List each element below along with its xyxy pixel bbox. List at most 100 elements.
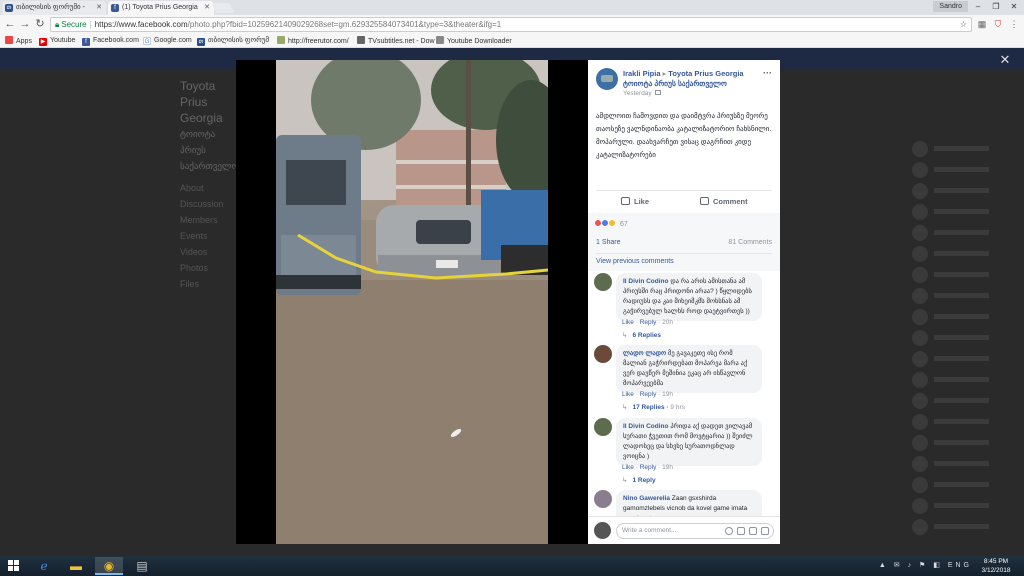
comment-meta: Like · Reply · 19h: [622, 391, 673, 398]
comment-like-link[interactable]: Like: [622, 464, 634, 471]
like-button[interactable]: Like: [621, 197, 649, 206]
chat-contact[interactable]: [900, 159, 1024, 180]
chrome-icon[interactable]: ◉: [95, 557, 123, 575]
gif-icon[interactable]: [749, 527, 757, 535]
comment-reply-link[interactable]: Reply: [640, 464, 657, 471]
chat-contact[interactable]: [900, 327, 1024, 348]
commenter-avatar[interactable]: [594, 273, 612, 291]
shield-icon[interactable]: ⛉: [992, 18, 1004, 30]
sticker-icon[interactable]: [761, 527, 769, 535]
chat-contact[interactable]: [900, 201, 1024, 222]
chat-contact[interactable]: [900, 411, 1024, 432]
minimize-icon[interactable]: –: [970, 0, 986, 13]
chat-contact[interactable]: [900, 285, 1024, 306]
profile-name[interactable]: Sandro: [933, 1, 968, 12]
internet-explorer-icon[interactable]: ℯ: [30, 557, 58, 575]
tab-forum[interactable]: თ თბილისის ფორუმი - ✕: [2, 1, 106, 15]
system-tray[interactable]: ▲ ✉ ♪ ⚑ ◧ ENG: [879, 561, 972, 569]
author-name[interactable]: Irakli Pipia: [623, 69, 661, 78]
commenter-name[interactable]: Nino Gawerelia: [623, 495, 670, 502]
chat-contact[interactable]: [900, 390, 1024, 411]
view-replies-link[interactable]: ↳ 6 Replies: [622, 331, 661, 339]
camera-icon[interactable]: [737, 527, 745, 535]
group-menu-item[interactable]: Discussion: [180, 196, 240, 212]
comment-reply-link[interactable]: Reply: [640, 391, 657, 398]
group-link[interactable]: Toyota Prius Georgia: [668, 69, 743, 78]
bookmark-facebook[interactable]: f Facebook.com: [82, 36, 139, 46]
tab-title: (1) Toyota Prius Georgia: [122, 4, 198, 11]
comment-like-link[interactable]: Like: [622, 319, 634, 326]
close-viewer-icon[interactable]: ✕: [998, 53, 1012, 67]
secure-label: Secure: [61, 20, 87, 29]
file-explorer-icon[interactable]: ▬: [62, 557, 90, 575]
chat-contact[interactable]: [900, 495, 1024, 516]
app-icon[interactable]: ▤: [128, 557, 156, 575]
restore-icon[interactable]: ❐: [988, 0, 1004, 13]
commenter-avatar[interactable]: [594, 418, 612, 436]
chat-contact[interactable]: [900, 516, 1024, 537]
commenter-avatar[interactable]: [594, 345, 612, 363]
group-name-georgian[interactable]: ტოიოტა პრიუს საქართველო: [623, 79, 727, 88]
reaction-summary[interactable]: 67: [594, 219, 628, 228]
chat-contact[interactable]: [900, 369, 1024, 390]
windows-start-icon[interactable]: [8, 560, 20, 572]
post-photo[interactable]: [276, 60, 548, 544]
forward-arrow-icon[interactable]: →: [19, 18, 31, 30]
group-menu-item[interactable]: Photos: [180, 260, 240, 276]
chat-contact[interactable]: [900, 474, 1024, 495]
extension-icon[interactable]: ▦: [976, 18, 988, 30]
commenter-name[interactable]: Il Divin Codino: [623, 423, 669, 430]
bookmark-youtube[interactable]: ▶ Youtube: [39, 36, 75, 46]
comment-button[interactable]: Comment: [700, 197, 748, 206]
close-tab-icon[interactable]: ✕: [204, 1, 210, 15]
bookmark-tvsubtitles[interactable]: TVsubtitles.net - Dow: [357, 36, 435, 46]
comments-count[interactable]: 81 Comments: [728, 239, 772, 246]
author-avatar[interactable]: [596, 68, 618, 90]
reload-icon[interactable]: ↻: [34, 18, 46, 30]
group-menu-item[interactable]: Members: [180, 212, 240, 228]
bookmark-google[interactable]: G Google.com: [143, 36, 192, 46]
new-tab-button[interactable]: [211, 3, 235, 13]
chat-contact[interactable]: [900, 138, 1024, 159]
chat-contact[interactable]: [900, 222, 1024, 243]
wow-reaction-icon: [608, 219, 616, 227]
chat-contact[interactable]: [900, 432, 1024, 453]
write-comment-input[interactable]: Write a comment...: [616, 523, 774, 539]
group-menu-item[interactable]: Events: [180, 228, 240, 244]
view-replies-link[interactable]: ↳ 1 Reply: [622, 476, 656, 484]
browser-toolbar: ← → ↻ 🔒︎ Secure | https://www.facebook.com/…: [0, 15, 1024, 34]
menu-icon[interactable]: ⋮: [1008, 18, 1020, 30]
shares-link[interactable]: 1 Share: [596, 239, 621, 246]
address-bar[interactable]: 🔒︎ Secure | https://www.facebook.com/photo.…: [50, 17, 972, 32]
close-window-icon[interactable]: ✕: [1006, 0, 1022, 13]
chat-contact[interactable]: [900, 306, 1024, 327]
emoji-icon[interactable]: [725, 527, 733, 535]
comment-reply-link[interactable]: Reply: [640, 319, 657, 326]
chat-contact[interactable]: [900, 453, 1024, 474]
post-timestamp[interactable]: Yesterday: [623, 90, 661, 97]
chat-contact[interactable]: [900, 348, 1024, 369]
commenter-avatar[interactable]: [594, 490, 612, 508]
group-menu-item[interactable]: Videos: [180, 244, 240, 260]
view-previous-comments[interactable]: View previous comments: [596, 258, 674, 265]
close-tab-icon[interactable]: ✕: [96, 1, 102, 15]
clock[interactable]: 8:45 PM 3/12/2018: [976, 557, 1016, 575]
bookmark-forum[interactable]: თ თბილისის ფორუმ: [197, 36, 269, 46]
comment-like-link[interactable]: Like: [622, 391, 634, 398]
back-arrow-icon[interactable]: ←: [4, 18, 16, 30]
chat-contact[interactable]: [900, 264, 1024, 285]
bookmark-apps[interactable]: Apps: [5, 36, 32, 46]
tab-facebook[interactable]: f (1) Toyota Prius Georgia ✕: [108, 1, 214, 15]
view-replies-link[interactable]: ↳ 17 Replies · 9 hrs: [622, 403, 685, 411]
chat-contact[interactable]: [900, 180, 1024, 201]
more-options-icon[interactable]: ···: [763, 68, 772, 78]
chat-contact[interactable]: [900, 243, 1024, 264]
commenter-name[interactable]: ლადო ლადო: [623, 350, 666, 357]
bookmark-freerutor[interactable]: http://freerutor.com/: [277, 36, 349, 46]
group-menu-item[interactable]: Files: [180, 276, 240, 292]
bookmark-youtube-downloader[interactable]: Youtube Downloader: [436, 36, 512, 46]
group-menu-item[interactable]: About: [180, 180, 240, 196]
commenter-name[interactable]: Il Divin Codino: [623, 278, 669, 285]
bookmark-star-icon[interactable]: ☆: [960, 18, 967, 31]
thumbs-up-icon: [621, 197, 630, 205]
